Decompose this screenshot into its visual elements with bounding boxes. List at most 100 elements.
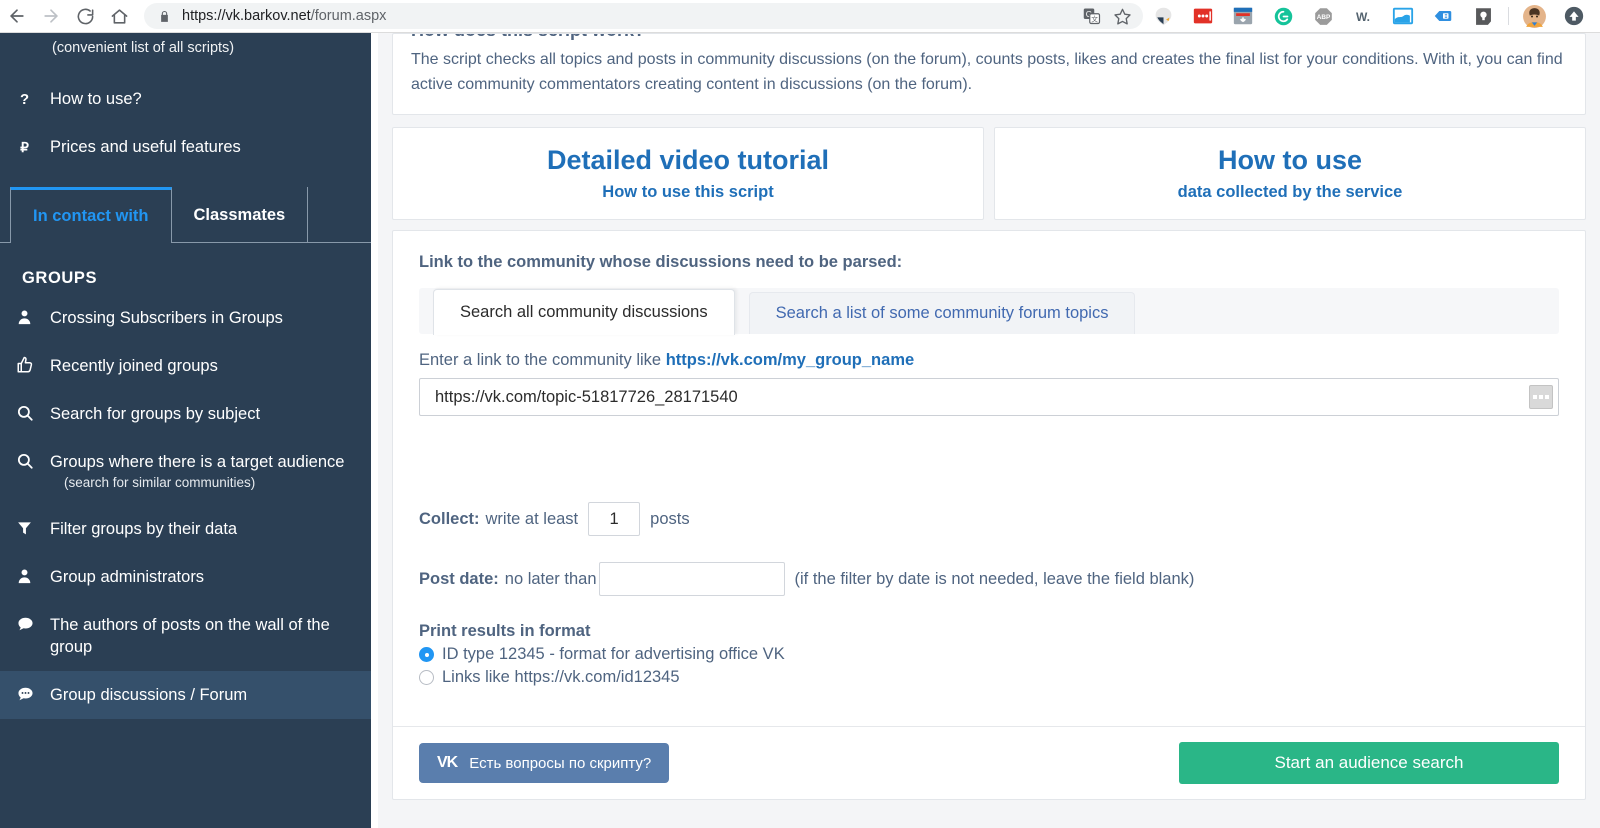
post-date-row: Post date: no later than (if the filter … [419,562,1559,596]
sidebar: (convenient list of all scripts) ? How t… [0,33,378,828]
sidebar-item-sublabel: (search for similar communities) [64,475,256,490]
post-date-input[interactable] [598,562,785,596]
footer-divider [393,726,1585,727]
red-dots-extension-icon[interactable] [1183,0,1223,33]
banner-how-to-use[interactable]: How to use data collected by the service [994,127,1586,220]
format-section-title: Print results in format [419,622,591,640]
tab-classmates[interactable]: Classmates [172,187,309,243]
sidebar-item-label: Search for groups by subject [50,405,261,423]
sidebar-item-label: Recently joined groups [50,357,218,375]
svg-text:?: ? [20,92,29,108]
ruble-icon: ₽ [16,136,50,157]
network-tabs: In contact with Classmates [0,185,378,243]
svg-text:文: 文 [1091,15,1098,24]
person-icon [16,566,50,585]
sidebar-item-label: Filter groups by their data [50,520,238,538]
home-icon[interactable] [102,0,136,33]
evernote-extension-icon[interactable] [1143,0,1183,33]
star-icon[interactable] [1107,3,1137,29]
vk-questions-button[interactable]: VK Есть вопросы по скрипту? [419,743,670,783]
collect-row: Collect: write at least posts [419,502,1559,536]
funnel-icon [16,518,50,537]
thumbs-up-icon [16,355,50,374]
search-icon [16,451,50,470]
sidebar-item-label: Groups where there is a target audience [50,453,345,471]
link-hint: Enter a link to the community like https… [419,351,1559,370]
wikibuy-icon[interactable]: W. [1343,0,1383,33]
collect-label: Collect: [419,509,480,528]
intro-card: How does this script work? The script ch… [392,33,1586,115]
sidebar-item-label: The authors of posts on the wall of the … [50,616,330,656]
mode-tabs: Search all community discussions Search … [419,288,1559,335]
sidebar-scrollbar[interactable] [371,33,378,828]
vk-button-label: Есть вопросы по скрипту? [469,754,652,772]
post-date-note: (if the filter by date is not needed, le… [794,569,1195,588]
grammarly-icon[interactable] [1263,0,1303,33]
main-content: How does this script work? The script ch… [378,33,1600,828]
start-audience-search-button[interactable]: Start an audience search [1179,742,1559,784]
page-title: How does this script work? [411,34,1567,42]
url-text: https://vk.barkov.net/forum.aspx [182,8,387,24]
tab-search-all-discussions[interactable]: Search all community discussions [433,289,735,335]
tab-label: Search all community discussions [460,303,708,321]
back-arrow-icon[interactable] [0,0,34,33]
banner-subtitle: data collected by the service [1177,183,1403,201]
comment-icon [16,614,50,633]
banner-title: How to use [1217,145,1362,175]
vk-logo-icon: VK [437,754,458,771]
min-posts-input[interactable] [588,502,641,536]
collect-mid-text: write at least [485,509,579,528]
url-input-row [419,378,1559,416]
person-icon [16,307,50,326]
tab-label: In contact with [33,207,149,225]
radio-indicator[interactable] [419,647,434,662]
link-section-label: Link to the community whose discussions … [419,253,903,271]
radio-indicator[interactable] [419,670,434,685]
update-arrow-icon[interactable] [1554,0,1594,33]
groups-heading: GROUPS [22,269,98,287]
sidebar-item-group-administrators[interactable]: Group administrators [0,553,378,601]
adblock-plus-icon[interactable]: ABP [1303,0,1343,33]
radio-label: ID type 12345 - format for advertising o… [442,645,785,663]
radio-option-link-format[interactable]: Links like https://vk.com/id12345 [419,668,1559,687]
svg-text:ABP: ABP [1316,14,1330,21]
form-footer: VK Есть вопросы по скрипту? Start an aud… [419,739,1559,787]
sidebar-item-recently-joined-groups[interactable]: Recently joined groups [0,342,378,390]
download-panel-icon[interactable] [1223,0,1263,33]
screenshot-tool-icon[interactable] [1383,0,1423,33]
tab-label: Classmates [193,205,286,224]
question-mark-icon: ? [16,88,50,109]
tag-extension-icon[interactable] [1423,0,1463,33]
community-link-input[interactable] [419,378,1559,416]
svg-text:W.: W. [1356,9,1370,23]
tab-in-contact-with[interactable]: In contact with [10,187,172,243]
svg-text:₽: ₽ [20,140,29,155]
sidebar-item-how-to-use[interactable]: ? How to use? [0,75,378,123]
forward-arrow-icon[interactable] [34,0,68,33]
sidebar-item-wall-post-authors[interactable]: The authors of posts on the wall of the … [0,601,378,671]
sidebar-item-label: Prices and useful features [50,138,241,156]
sidebar-item-filter-groups[interactable]: Filter groups by their data [0,505,378,553]
toolbar-divider [1508,7,1509,25]
reload-icon[interactable] [68,0,102,33]
sidebar-item-group-discussions-forum[interactable]: Group discussions / Forum [0,671,378,719]
sidebar-item-label: Group discussions / Forum [50,686,248,704]
translate-icon[interactable]: G文 [1077,3,1107,29]
lightbulb-extension-icon[interactable] [1463,0,1503,33]
extensions-strip: ABP W. [1143,0,1600,33]
sidebar-item-search-groups-by-subject[interactable]: Search for groups by subject [0,390,378,438]
tab-search-topic-list[interactable]: Search a list of some community forum to… [748,292,1136,334]
banner-subtitle: How to use this script [602,183,774,201]
banner-video-tutorial[interactable]: Detailed video tutorial How to use this … [392,127,984,220]
radio-option-id-format[interactable]: ID type 12345 - format for advertising o… [419,645,1559,664]
sidebar-item-crossing-subscribers[interactable]: Crossing Subscribers in Groups [0,294,378,342]
ellipsis-button-icon[interactable] [1529,385,1553,409]
sidebar-item-prices[interactable]: ₽ Prices and useful features [0,123,378,171]
profile-avatar[interactable] [1514,0,1554,33]
post-date-label: Post date: [419,569,499,588]
address-bar[interactable]: https://vk.barkov.net/forum.aspx G文 [144,3,1143,29]
sidebar-item-label: How to use? [50,90,142,108]
post-date-mid-text: no later than [504,569,597,588]
collect-suffix-text: posts [650,509,690,528]
sidebar-item-groups-target-audience[interactable]: Groups where there is a target audience … [0,438,378,505]
